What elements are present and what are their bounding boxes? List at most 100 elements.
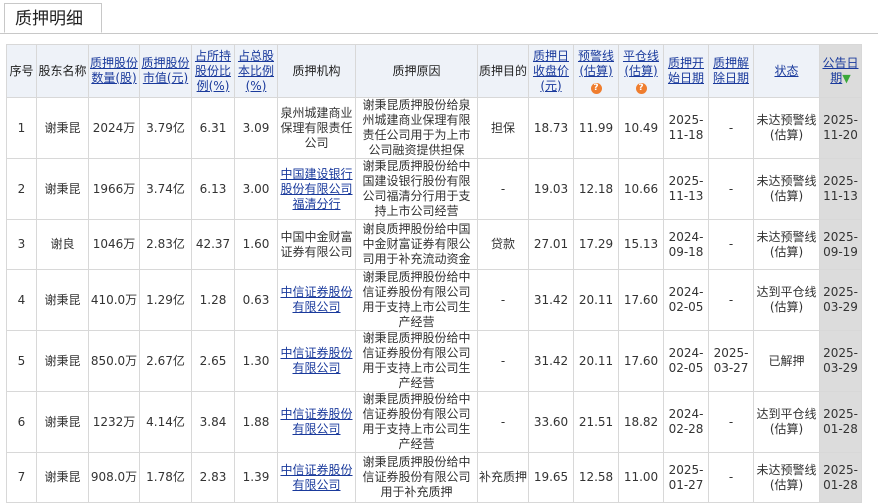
header-market-value[interactable]: 质押股份市值(元)	[139, 44, 192, 98]
cell-shares: 1232万	[88, 391, 140, 453]
institution-link[interactable]: 中国建设银行股份有限公司福清分行	[280, 167, 352, 211]
cell-liquidation-line: 17.60	[618, 269, 664, 331]
cell-start-date: 2024-02-05	[663, 269, 709, 331]
header-close-price[interactable]: 质押日收盘价(元)	[528, 44, 574, 98]
cell-reason: 谢秉昆质押股份给泉州城建商业保理有限责任公司用于为上市公司融资提供担保	[355, 97, 478, 159]
cell-seq: 5	[6, 330, 37, 392]
cell-shares: 410.0万	[88, 269, 140, 331]
cell-pct-holding: 6.31	[191, 97, 235, 159]
header-liquidation-line[interactable]: 平仓线(估算)?	[618, 44, 664, 98]
question-circle-icon[interactable]: ?	[635, 82, 647, 94]
cell-pct-total: 1.60	[234, 219, 278, 270]
cell-pct-holding: 3.84	[191, 391, 235, 453]
sort-link-pct-holding[interactable]: 占所持股份比例(%)	[195, 49, 231, 93]
table-row: 5 谢秉昆 850.0万 2.67亿 2.65 1.30 中信证券股份有限公司 谢秉昆质押股份…	[6, 330, 862, 392]
header-pct-total[interactable]: 占总股本比例(%)	[234, 44, 278, 98]
cell-announce-date: 2025-03-29	[819, 269, 862, 331]
header-pct-holding[interactable]: 占所持股份比例(%)	[191, 44, 235, 98]
cell-close-price: 19.03	[528, 158, 574, 220]
institution-link[interactable]: 中信证券股份有限公司	[280, 285, 352, 314]
cell-reason: 谢良质押股份给中国中金财富证券有限公司用于补充流动资金	[355, 219, 478, 270]
cell-start-date: 2024-02-28	[663, 391, 709, 453]
cell-market-value: 2.83亿	[139, 219, 192, 270]
tab-divider	[0, 33, 878, 34]
cell-institution: 中信证券股份有限公司	[277, 391, 356, 453]
institution-link[interactable]: 中信证券股份有限公司	[280, 346, 352, 375]
cell-close-price: 19.65	[528, 452, 574, 503]
cell-market-value: 3.74亿	[139, 158, 192, 220]
cell-holder: 谢秉昆	[36, 269, 89, 331]
cell-announce-date: 2025-01-28	[819, 391, 862, 453]
cell-release-date: -	[708, 219, 754, 270]
cell-reason: 谢秉昆质押股份给中信证券股份有限公司用于补充质押	[355, 452, 478, 503]
sort-link-pct-total[interactable]: 占总股本比例(%)	[238, 49, 274, 93]
institution-link[interactable]: 中信证券股份有限公司	[280, 463, 352, 492]
cell-pct-holding: 1.28	[191, 269, 235, 331]
sort-link-shares[interactable]: 质押股份数量(股)	[90, 56, 138, 85]
cell-pct-holding: 42.37	[191, 219, 235, 270]
cell-release-date: -	[708, 391, 754, 453]
cell-shares: 1046万	[88, 219, 140, 270]
cell-purpose: 贷款	[477, 219, 529, 270]
sort-link-status[interactable]: 状态	[774, 64, 798, 78]
cell-reason: 谢秉昆质押股份给中国建设银行股份有限公司福清分行用于支持上市公司经营	[355, 158, 478, 220]
cell-warning-line: 20.11	[573, 269, 619, 331]
cell-release-date: -	[708, 269, 754, 331]
cell-release-date: -	[708, 452, 754, 503]
header-release-date[interactable]: 质押解除日期	[708, 44, 754, 98]
cell-release-date: 2025-03-27	[708, 330, 754, 392]
institution-link[interactable]: 中信证券股份有限公司	[280, 407, 352, 436]
cell-liquidation-line: 10.66	[618, 158, 664, 220]
tab-bar: 质押明细	[0, 0, 878, 34]
sort-link-release-date[interactable]: 质押解除日期	[713, 56, 749, 85]
cell-market-value: 1.78亿	[139, 452, 192, 503]
header-warning-line[interactable]: 预警线(估算)?	[573, 44, 619, 98]
cell-purpose: -	[477, 269, 529, 331]
cell-shares: 908.0万	[88, 452, 140, 503]
sort-link-announce-date[interactable]: 公告日期	[822, 56, 858, 85]
sort-down-arrow-icon: ▼	[842, 72, 851, 85]
sort-link-liquidation-line[interactable]: 平仓线(估算)	[623, 49, 659, 78]
table-row: 7 谢秉昆 908.0万 1.78亿 2.83 1.39 中信证券股份有限公司 谢秉昆质押股份…	[6, 452, 862, 503]
cell-holder: 谢秉昆	[36, 330, 89, 392]
header-institution: 质押机构	[277, 44, 356, 98]
cell-warning-line: 12.58	[573, 452, 619, 503]
sort-link-warning-line[interactable]: 预警线(估算)	[578, 49, 614, 78]
cell-pct-total: 1.39	[234, 452, 278, 503]
cell-seq: 1	[6, 97, 37, 159]
cell-liquidation-line: 18.82	[618, 391, 664, 453]
cell-start-date: 2025-01-27	[663, 452, 709, 503]
header-holder: 股东名称	[36, 44, 89, 98]
cell-institution: 中信证券股份有限公司	[277, 269, 356, 331]
header-shares[interactable]: 质押股份数量(股)	[88, 44, 140, 98]
cell-status: 达到平仓线(估算)	[753, 391, 820, 453]
cell-holder: 谢秉昆	[36, 158, 89, 220]
cell-warning-line: 11.99	[573, 97, 619, 159]
question-circle-icon[interactable]: ?	[590, 82, 602, 94]
cell-announce-date: 2025-11-20	[819, 97, 862, 159]
cell-pct-total: 3.00	[234, 158, 278, 220]
cell-holder: 谢秉昆	[36, 97, 89, 159]
table-row: 6 谢秉昆 1232万 4.14亿 3.84 1.88 中信证券股份有限公司 谢秉昆质押股份给…	[6, 391, 862, 453]
cell-announce-date: 2025-03-29	[819, 330, 862, 392]
tab-pledge-details[interactable]: 质押明细	[4, 3, 102, 33]
cell-status: 达到平仓线(估算)	[753, 269, 820, 331]
header-start-date[interactable]: 质押开始日期	[663, 44, 709, 98]
cell-reason: 谢秉昆质押股份给中信证券股份有限公司用于支持上市公司生产经营	[355, 391, 478, 453]
cell-status: 未达预警线(估算)	[753, 97, 820, 159]
cell-warning-line: 12.18	[573, 158, 619, 220]
sort-link-close-price[interactable]: 质押日收盘价(元)	[533, 49, 569, 93]
pledge-details-table: 序号 股东名称 质押股份数量(股) 质押股份市值(元) 占所持股份比例(%) 占…	[6, 44, 862, 503]
cell-pct-total: 0.63	[234, 269, 278, 331]
cell-purpose: -	[477, 391, 529, 453]
cell-liquidation-line: 17.60	[618, 330, 664, 392]
sort-link-start-date[interactable]: 质押开始日期	[668, 56, 704, 85]
cell-market-value: 3.79亿	[139, 97, 192, 159]
cell-holder: 谢良	[36, 219, 89, 270]
header-announce-date[interactable]: 公告日期▼	[819, 44, 862, 98]
sort-link-market-value[interactable]: 质押股份市值(元)	[141, 56, 189, 85]
cell-pct-holding: 2.83	[191, 452, 235, 503]
header-status[interactable]: 状态	[753, 44, 820, 98]
cell-start-date: 2024-02-05	[663, 330, 709, 392]
cell-market-value: 1.29亿	[139, 269, 192, 331]
